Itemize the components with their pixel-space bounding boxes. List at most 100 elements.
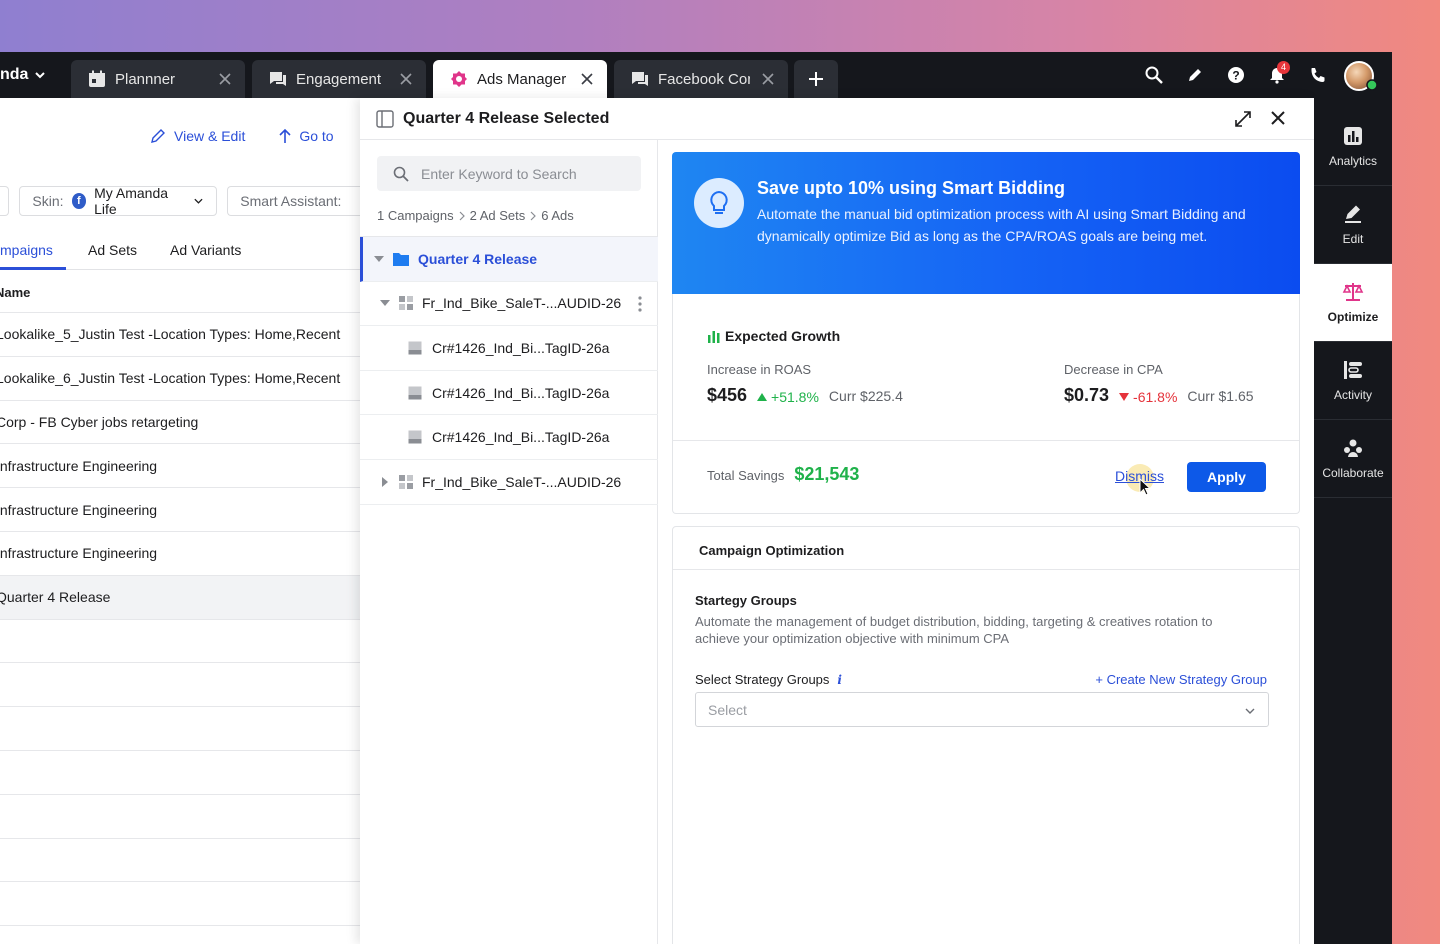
help-icon[interactable]: ?: [1215, 52, 1256, 98]
column-header-name[interactable]: Name: [0, 285, 30, 300]
campaign-optimization-card: Campaign Optimization Startegy Groups Au…: [672, 526, 1300, 944]
caret-right-icon[interactable]: [378, 476, 392, 487]
table-row[interactable]: Lookalike_5_Justin Test -Location Types:…: [0, 312, 360, 356]
filter-chip[interactable]: [0, 186, 10, 216]
rail-item-optimize[interactable]: Optimize: [1314, 264, 1392, 342]
roas-value: $456: [707, 385, 748, 405]
close-icon[interactable]: [579, 71, 595, 87]
tab-facebook-con[interactable]: Facebook Con: [614, 60, 788, 98]
ad-icon: [408, 341, 422, 355]
table-row[interactable]: Infrastructure Engineering: [0, 530, 360, 575]
search-field[interactable]: [377, 156, 641, 191]
savings-value: $21,543: [794, 464, 860, 484]
rail-item-label: Activity: [1333, 387, 1372, 402]
more-options-icon[interactable]: [638, 295, 642, 312]
phone-icon[interactable]: [1297, 52, 1338, 98]
search-icon[interactable]: [1133, 52, 1174, 98]
roas-current: Curr $225.4: [828, 388, 903, 404]
cpa-metric: Decrease in CPA $0.73 -61.8% Curr $1.65: [1064, 362, 1254, 406]
tree-ad[interactable]: Cr#1426_Ind_Bi...TagID-26a: [360, 326, 658, 371]
skin-filter[interactable]: Skin: f My Amanda Life: [19, 185, 218, 217]
breadcrumb-ads[interactable]: 6 Ads: [541, 208, 574, 223]
rail-item-collaborate[interactable]: Collaborate: [1314, 420, 1392, 498]
cpa-label: Decrease in CPA: [1064, 362, 1163, 377]
caret-down-icon[interactable]: [372, 255, 386, 263]
create-strategy-group-link[interactable]: + Create New Strategy Group: [1095, 672, 1267, 687]
banner-title: Save upto 10% using Smart Bidding: [757, 178, 1066, 198]
roas-change: +51.8%: [757, 389, 819, 405]
select-strategy-label-text: Select Strategy Groups: [695, 672, 830, 687]
breadcrumb: 1 Campaigns 2 Ad Sets 6 Ads: [377, 208, 574, 223]
triangle-down-icon: [1119, 393, 1130, 401]
table-row[interactable]: Quarter 4 Release: [0, 574, 360, 619]
caret-down-icon[interactable]: [378, 299, 392, 307]
table-row-empty: [0, 793, 360, 838]
tree-ad[interactable]: Cr#1426_Ind_Bi...TagID-26a: [360, 415, 658, 460]
online-status-icon: [1366, 79, 1378, 91]
strategy-groups-description: Automate the management of budget distri…: [695, 614, 1213, 646]
roas-change-value: +51.8%: [771, 389, 819, 405]
table-row[interactable]: Infrastructure Engineering: [0, 487, 360, 531]
view-edit-button[interactable]: View & Edit: [150, 128, 245, 144]
tab-label: Ads Manager: [477, 70, 567, 88]
tab-ads-manager[interactable]: Ads Manager: [433, 60, 607, 98]
apply-button[interactable]: Apply: [1187, 462, 1266, 492]
rail-item-edit[interactable]: Edit: [1314, 186, 1392, 264]
table-row-empty: [0, 749, 360, 794]
tab-plannner[interactable]: Plannner: [71, 60, 245, 98]
rail-item-analytics[interactable]: Analytics: [1314, 108, 1392, 186]
add-tab-button[interactable]: [794, 60, 838, 98]
sidebar-toggle-icon[interactable]: [376, 110, 394, 128]
breadcrumb-campaigns[interactable]: 1 Campaigns: [377, 208, 454, 223]
chevron-right-icon: [459, 211, 465, 220]
table-row[interactable]: Infrastructure Engineering: [0, 443, 360, 487]
go-to-button[interactable]: Go to: [279, 128, 334, 144]
close-icon[interactable]: [398, 71, 414, 87]
skin-label: Skin:: [32, 193, 64, 209]
mouse-pointer-icon: [1139, 478, 1151, 496]
list-actions: View & Edit Go to: [150, 128, 334, 144]
ad-icon: [408, 386, 422, 400]
select-placeholder: Select: [708, 701, 747, 718]
tree-ad[interactable]: Cr#1426_Ind_Bi...TagID-26a: [360, 371, 658, 416]
row-name: Corp - FB Cyber jobs retargeting: [0, 413, 199, 430]
breadcrumb-ad-sets[interactable]: 2 Ad Sets: [470, 208, 526, 223]
close-icon[interactable]: [760, 71, 776, 87]
row-name: Lookalike_6_Justin Test -Location Types:…: [0, 370, 341, 387]
tree-ad-label: Cr#1426_Ind_Bi...TagID-26a: [432, 339, 610, 356]
tree-adset[interactable]: Fr_Ind_Bike_SaleT-...AUDID-26: [360, 460, 658, 505]
top-actions: ? 4: [1133, 52, 1338, 98]
rail-item-label: Optimize: [1327, 309, 1379, 324]
expand-icon[interactable]: [1234, 110, 1252, 128]
facebook-icon: f: [71, 193, 87, 209]
tab-ad-variants[interactable]: Ad Variants: [170, 242, 241, 258]
pencil-icon[interactable]: [1174, 52, 1215, 98]
chat-icon: [630, 69, 650, 89]
tab-campaigns[interactable]: mpaigns: [0, 242, 53, 258]
table-row[interactable]: Lookalike_6_Justin Test -Location Types:…: [0, 355, 360, 400]
tree-campaign[interactable]: Quarter 4 Release: [360, 237, 658, 282]
cpa-value: $0.73: [1064, 385, 1110, 405]
tree-adset[interactable]: Fr_Ind_Bike_SaleT-...AUDID-26: [360, 282, 658, 327]
search-input[interactable]: [421, 165, 621, 182]
tab-engagement[interactable]: Engagement: [252, 60, 426, 98]
account-switcher[interactable]: nda: [0, 66, 46, 84]
rail-item-activity[interactable]: Activity: [1314, 342, 1392, 420]
row-name: Infrastructure Engineering: [0, 501, 158, 518]
table-row[interactable]: Corp - FB Cyber jobs retargeting: [0, 399, 360, 444]
bell-icon[interactable]: 4: [1256, 52, 1297, 98]
strategy-group-select[interactable]: Select: [695, 692, 1269, 727]
tab-label: Engagement: [296, 70, 382, 88]
drawer-header: Quarter 4 Release Selected: [360, 98, 1314, 140]
table-row-empty: [0, 618, 360, 663]
tab-ad-sets[interactable]: Ad Sets: [88, 242, 137, 258]
close-icon[interactable]: [1270, 110, 1286, 126]
info-icon[interactable]: i: [837, 673, 842, 687]
smart-assistant-filter[interactable]: Smart Assistant:: [227, 186, 360, 216]
adset-icon: [399, 296, 413, 311]
close-icon[interactable]: [217, 71, 233, 87]
go-to-label: Go to: [299, 128, 334, 144]
notification-count-badge: 4: [1277, 61, 1290, 74]
triangle-up-icon: [757, 393, 768, 401]
rail-item-label: Analytics: [1328, 153, 1378, 168]
